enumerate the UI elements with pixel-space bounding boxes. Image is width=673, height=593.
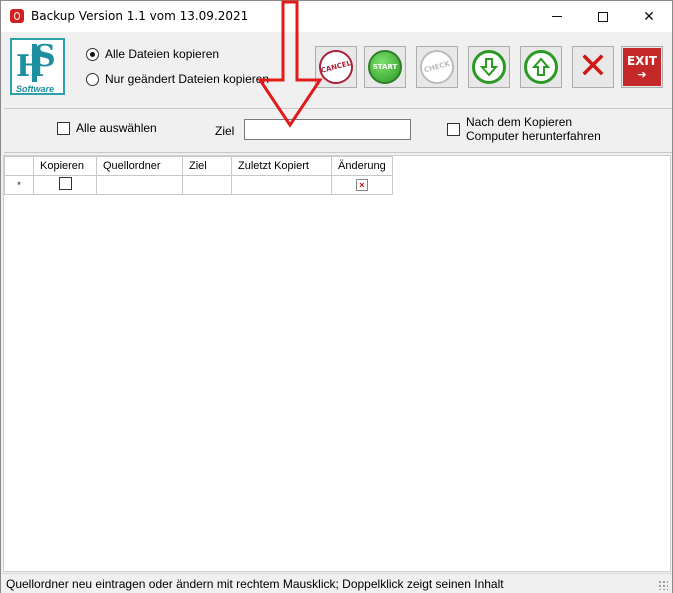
- check-button[interactable]: CHECK: [416, 46, 458, 88]
- column-header-quellordner[interactable]: Quellordner: [96, 156, 183, 176]
- maximize-button[interactable]: [580, 1, 626, 32]
- zuletzt-kopiert-cell[interactable]: [231, 175, 332, 195]
- status-text: Quellordner neu eintragen oder ändern mi…: [6, 577, 504, 591]
- column-header-kopieren[interactable]: Kopieren: [33, 156, 97, 176]
- window-title: Backup Version 1.1 vom 13.09.2021: [31, 9, 249, 23]
- maximize-icon: [598, 11, 608, 22]
- hs-software-logo: H S Software: [10, 38, 65, 95]
- start-stamp-icon: START: [368, 50, 402, 84]
- logo-letter-s: S: [34, 39, 56, 74]
- quellordner-cell[interactable]: [96, 175, 183, 195]
- aenderung-cell[interactable]: ×: [331, 175, 393, 195]
- ziel-input[interactable]: [244, 119, 411, 140]
- move-up-button[interactable]: [520, 46, 562, 88]
- arrow-up-icon: [524, 50, 558, 84]
- select-all-checkbox[interactable]: Alle auswählen: [57, 121, 157, 135]
- app-window: Backup Version 1.1 vom 13.09.2021 ✕ H S …: [0, 0, 673, 593]
- radio-indicator-unchecked[interactable]: [86, 72, 99, 86]
- exit-label: EXIT: [626, 53, 658, 68]
- cancel-stamp-icon: CANCEL: [315, 46, 357, 88]
- delete-button[interactable]: ✕: [572, 46, 614, 88]
- kopieren-cell[interactable]: [33, 175, 97, 195]
- shutdown-checkbox[interactable]: Nach dem Kopieren Computer herunterfahre…: [447, 115, 601, 143]
- backup-table: Kopieren Quellordner Ziel Zuletzt Kopier…: [4, 156, 393, 195]
- minimize-button[interactable]: [534, 1, 580, 32]
- radio-copy-all[interactable]: Alle Dateien kopieren: [86, 47, 219, 61]
- new-row-marker: *: [4, 175, 34, 195]
- exit-icon: EXIT ➔: [623, 48, 661, 86]
- radio-indicator-checked[interactable]: [86, 47, 99, 61]
- arrow-down-icon: [472, 50, 506, 84]
- column-header-ziel[interactable]: Ziel: [182, 156, 232, 176]
- select-all-box[interactable]: [57, 121, 70, 135]
- kopieren-checkbox[interactable]: [58, 177, 72, 190]
- radio-copy-changed-label: Nur geändert Dateien kopieren: [105, 72, 270, 86]
- resize-grip-icon[interactable]: [658, 580, 668, 590]
- exit-button[interactable]: EXIT ➔: [621, 46, 663, 88]
- column-header-zuletzt-kopiert[interactable]: Zuletzt Kopiert: [231, 156, 332, 176]
- radio-copy-all-label: Alle Dateien kopieren: [105, 47, 220, 61]
- shutdown-label-line2: Computer herunterfahren: [466, 129, 601, 143]
- ziel-cell[interactable]: [182, 175, 232, 195]
- red-x-icon: ✕: [577, 46, 609, 87]
- cancel-button[interactable]: CANCEL: [315, 46, 357, 88]
- logo-subtitle: Software: [16, 84, 55, 94]
- start-button[interactable]: START: [364, 46, 406, 88]
- close-icon: ✕: [643, 8, 655, 25]
- ziel-label: Ziel: [215, 124, 235, 138]
- aenderung-x-icon[interactable]: ×: [355, 179, 368, 192]
- filter-panel: Alle auswählen Ziel Nach dem Kopieren Co…: [4, 108, 672, 153]
- check-stamp-icon: CHECK: [416, 46, 458, 88]
- backup-grid[interactable]: Kopieren Quellordner Ziel Zuletzt Kopier…: [3, 155, 671, 572]
- title-bar: Backup Version 1.1 vom 13.09.2021 ✕: [1, 1, 672, 32]
- shutdown-label-line1: Nach dem Kopieren: [466, 115, 573, 129]
- minimize-icon: [552, 16, 562, 17]
- app-icon: [10, 9, 24, 23]
- close-button[interactable]: ✕: [626, 1, 672, 32]
- column-header-aenderung[interactable]: Änderung: [331, 156, 393, 176]
- toolbar: H S Software Alle Dateien kopieren Nur g…: [1, 32, 672, 104]
- shutdown-box[interactable]: [447, 123, 460, 136]
- table-header-row: Kopieren Quellordner Ziel Zuletzt Kopier…: [4, 156, 393, 176]
- table-row[interactable]: * ×: [4, 175, 393, 195]
- status-bar: Quellordner neu eintragen oder ändern mi…: [1, 573, 672, 593]
- shutdown-label: Nach dem Kopieren Computer herunterfahre…: [466, 115, 601, 143]
- row-header-corner: [4, 156, 34, 176]
- radio-copy-changed[interactable]: Nur geändert Dateien kopieren: [86, 72, 269, 86]
- move-down-button[interactable]: [468, 46, 510, 88]
- select-all-label: Alle auswählen: [76, 121, 157, 135]
